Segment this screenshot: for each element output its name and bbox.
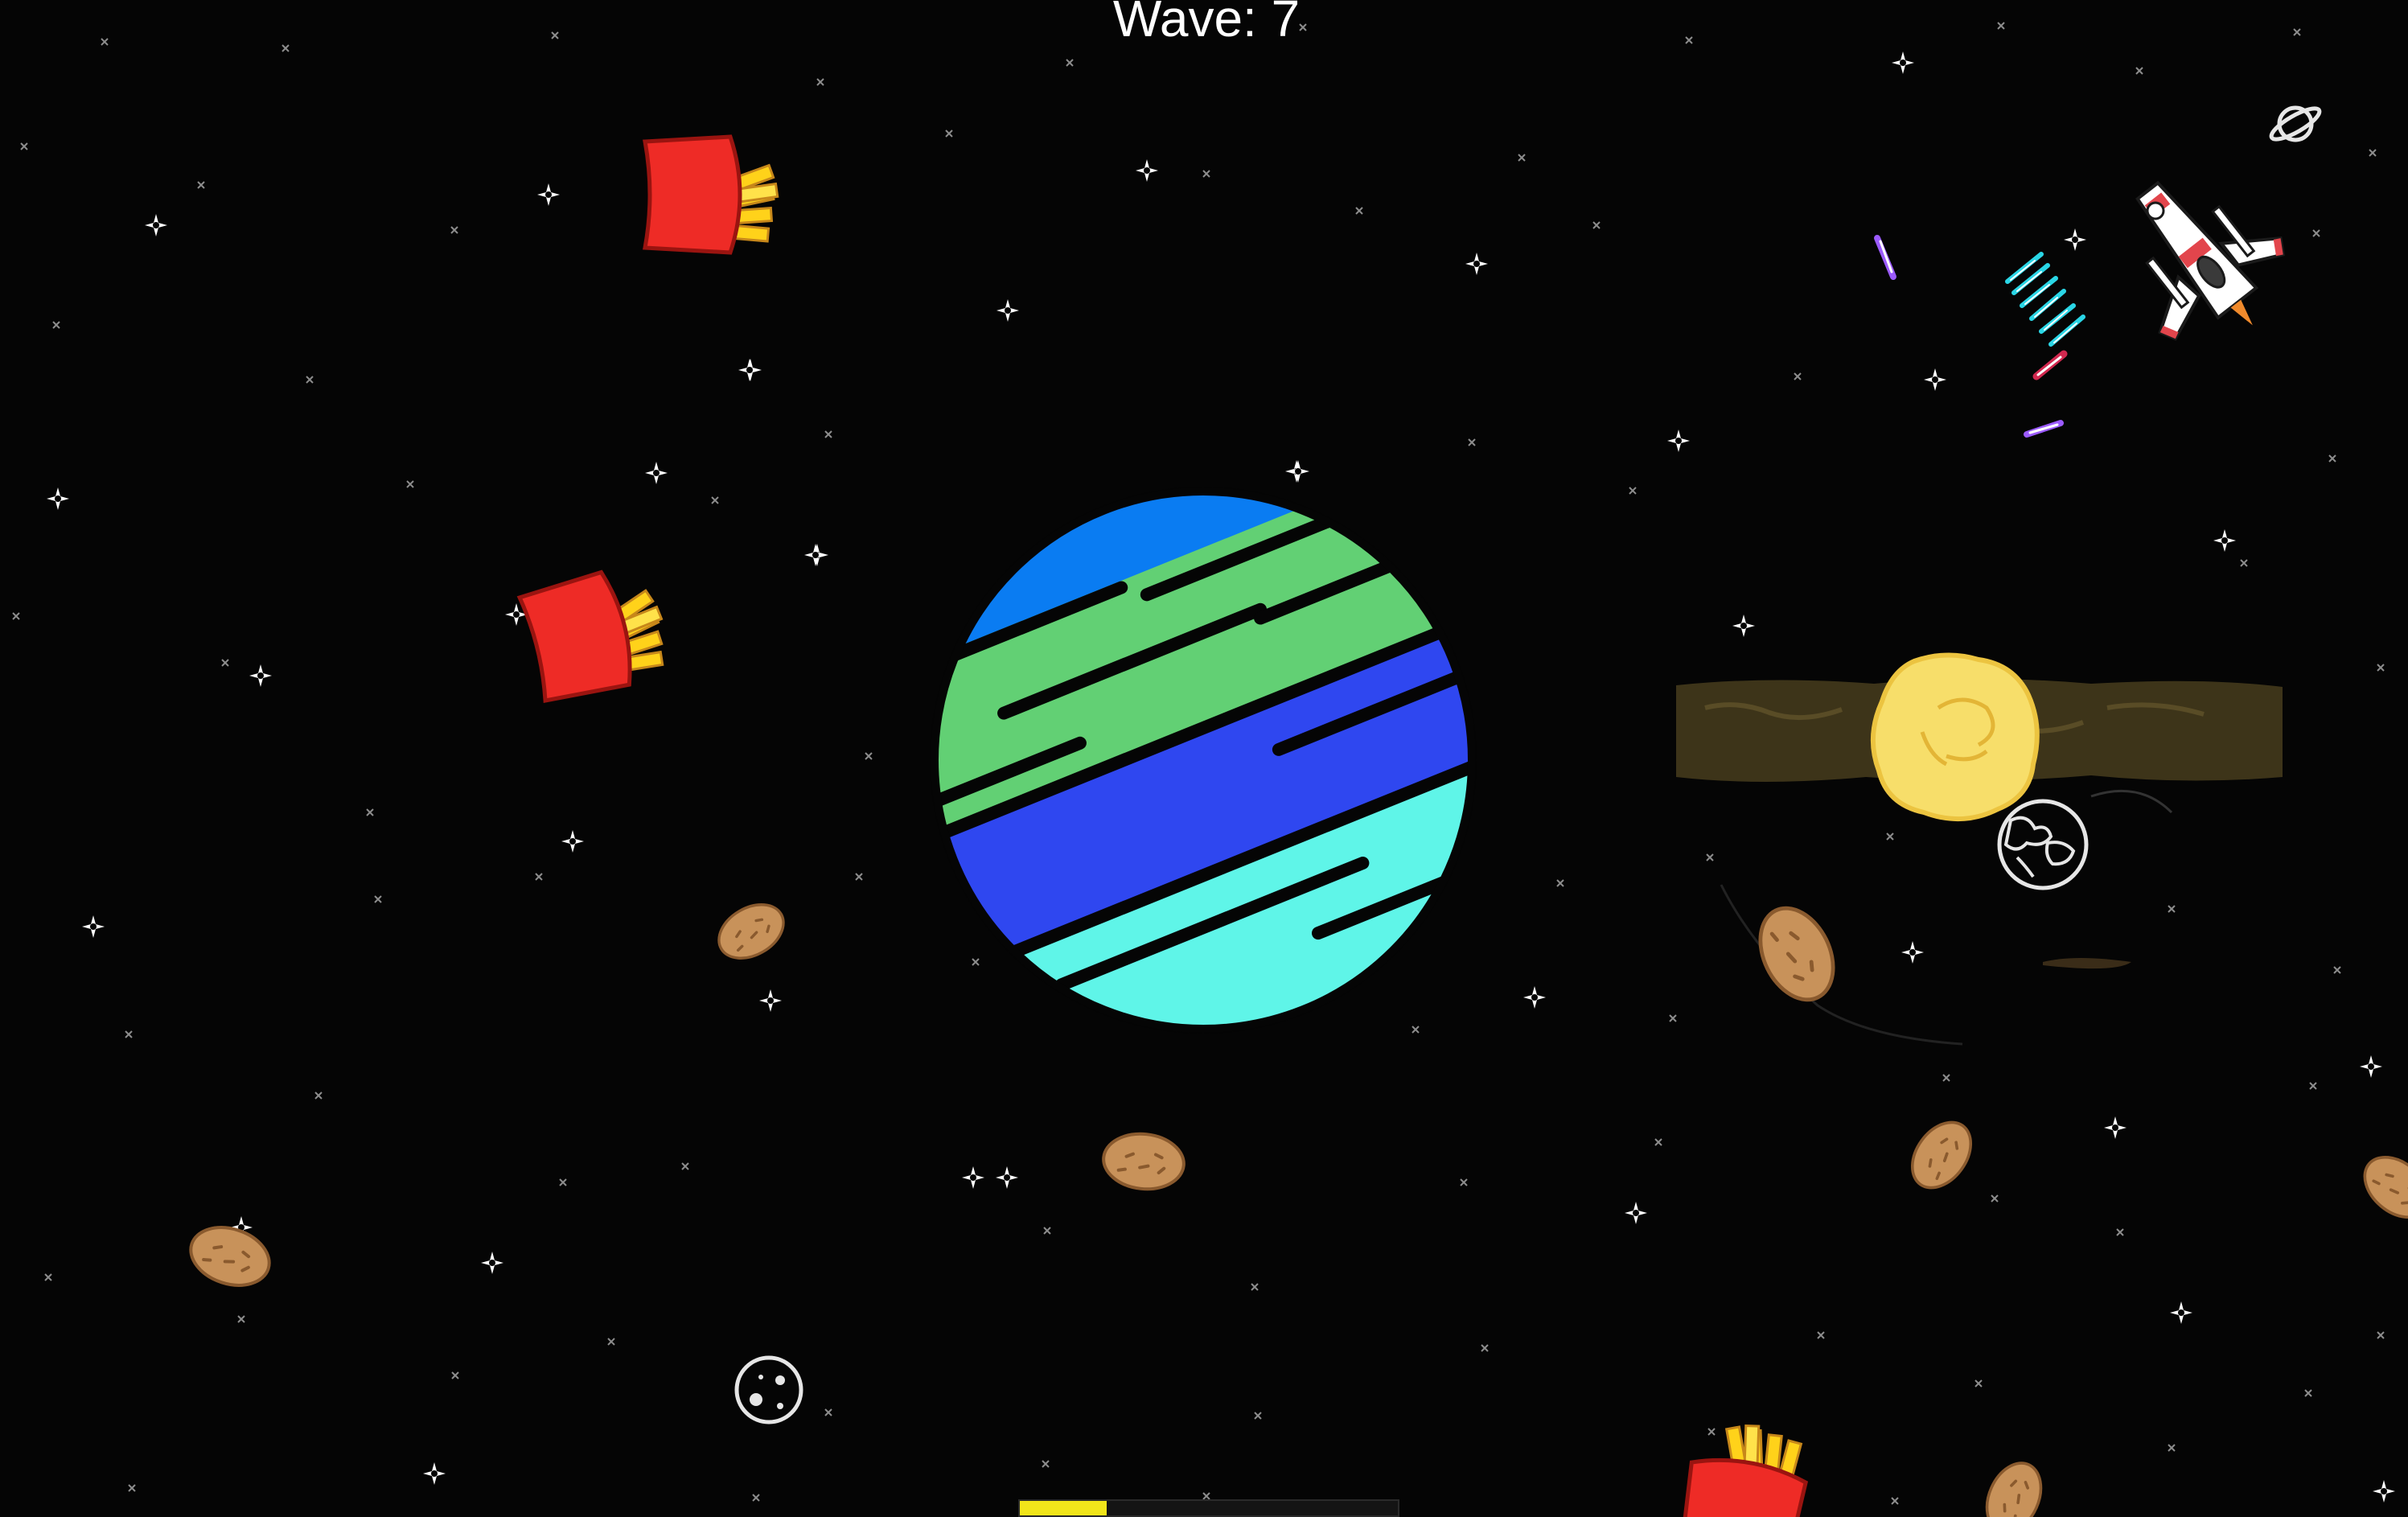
progress-bar-fill bbox=[1020, 1501, 1107, 1515]
sparkle-star-icon bbox=[1667, 430, 1690, 452]
sparkle-star-icon bbox=[1136, 159, 1158, 182]
sparkle-star-icon bbox=[2170, 1301, 2192, 1324]
sparkle-star-icon bbox=[1732, 615, 1755, 637]
sparkle-star-icon bbox=[1523, 986, 1546, 1009]
sparkle-star-icon bbox=[996, 299, 1019, 322]
sparkle-star-icon bbox=[804, 544, 827, 566]
sparkle-star-icon bbox=[249, 664, 272, 687]
sparkle-star-icon bbox=[145, 214, 167, 236]
sparkle-star-icon bbox=[537, 183, 560, 206]
sparkle-star-icon bbox=[481, 1252, 503, 1274]
sparkle-star-icon bbox=[996, 1166, 1018, 1189]
potato-enemy bbox=[1746, 896, 1847, 1012]
sparkle-star-icon bbox=[1625, 1202, 1647, 1224]
wave-number: 7 bbox=[1271, 0, 1301, 47]
sparkle-star-icon bbox=[759, 989, 782, 1012]
sparkle-star-icon bbox=[47, 487, 69, 510]
sparkle-star-icon bbox=[1892, 51, 1914, 74]
drone-pod bbox=[2146, 201, 2165, 220]
central-planet bbox=[857, 414, 1549, 1106]
sparkle-star-icon bbox=[738, 359, 761, 381]
laser-shots bbox=[1874, 235, 2085, 438]
sparkle-star-icon bbox=[2104, 1116, 2127, 1139]
game-canvas[interactable] bbox=[0, 0, 2408, 1517]
sparkle-star-icon bbox=[2213, 529, 2236, 552]
fries-enemy bbox=[1677, 1416, 1814, 1517]
spaceship-icon[interactable] bbox=[2087, 144, 2312, 372]
sparkle-star-icon bbox=[645, 462, 668, 484]
fries-enemy bbox=[645, 137, 778, 253]
sparkle-star-icon bbox=[1901, 941, 1924, 964]
wave-prefix: Wave: bbox=[1112, 0, 1272, 47]
potato-enemy bbox=[1974, 1453, 2053, 1517]
sparkle-star-icon bbox=[2064, 228, 2086, 251]
potato-enemy bbox=[708, 892, 795, 971]
moon-icon bbox=[734, 1355, 803, 1424]
ringed-planet-icon bbox=[2269, 105, 2322, 142]
potato-enemy bbox=[1099, 1128, 1189, 1195]
sparkle-star-icon bbox=[423, 1462, 446, 1485]
sparkle-star-icon bbox=[1287, 460, 1309, 483]
potato-enemy bbox=[181, 1216, 279, 1297]
sparkle-star-icon bbox=[1465, 253, 1488, 275]
potato-enemy bbox=[1898, 1109, 1985, 1201]
sparkle-star-icon bbox=[962, 1166, 984, 1189]
wave-counter: Wave: 7 bbox=[1106, 0, 1307, 48]
fries-enemy bbox=[519, 561, 676, 705]
earth-globe-icon bbox=[1997, 799, 2089, 890]
sparkle-star-icon bbox=[561, 830, 584, 853]
sparkle-star-icon bbox=[2373, 1480, 2395, 1503]
sparkle-star-icon bbox=[1924, 368, 1946, 391]
sparkle-star-icon bbox=[82, 915, 105, 938]
explosion bbox=[1870, 652, 2040, 822]
sparkle-star-icon bbox=[2360, 1055, 2382, 1078]
progress-bar bbox=[1018, 1499, 1399, 1517]
potato-enemy bbox=[2352, 1143, 2408, 1231]
